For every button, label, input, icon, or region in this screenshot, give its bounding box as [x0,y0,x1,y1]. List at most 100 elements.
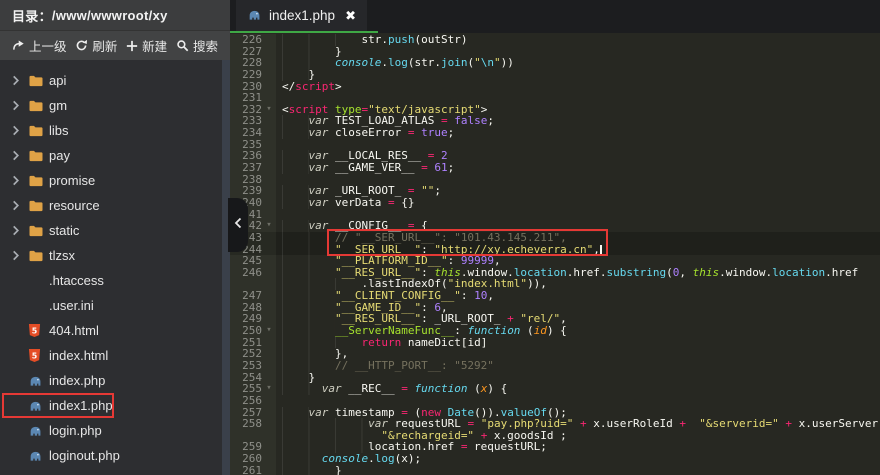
fold-arrow-icon[interactable]: ▾ [262,383,276,395]
php-icon [28,449,49,462]
tree-item-label: promise [49,173,96,188]
code-line-226[interactable]: 226 str.push(outStr) [230,34,880,46]
directory-path: /www/wwwroot/xy [51,7,168,23]
tree-item-label: index.php [49,373,106,388]
text-cursor [599,244,602,256]
code-line-250[interactable]: 250 ▾ __ServerNameFunc__: function (id) { [230,325,880,337]
sidebar: 目录： /www/wwwroot/xy 上一级 刷新 新建 搜索 api gm libs p… [0,0,230,475]
tab-index1-php[interactable]: index1.php ✖ [236,0,367,31]
folder-icon [28,174,49,187]
code-text: var closeError = true; [276,127,454,139]
line-number: 261 [242,463,262,475]
line-number: 247 [242,289,262,303]
chevron-right-icon[interactable] [12,175,28,186]
tree-item-label: tlzsx [49,248,75,263]
code-line-230[interactable]: 230 </script> [230,79,880,93]
tree-item-gm[interactable]: gm [0,93,222,118]
tree-item-loginout-php[interactable]: loginout.php [0,443,222,468]
code-text: var verData = {} [276,197,414,209]
tree-item-resource[interactable]: resource [0,193,222,218]
chevron-right-icon[interactable] [12,200,28,211]
tree-item-user-ini[interactable]: .user.ini [0,293,222,318]
toolbar-button-label: 刷新 [92,40,118,54]
tree-item-label: gm [49,98,68,113]
toolbar-button-label: 搜索 [192,40,218,54]
fold-arrow-icon[interactable]: ▾ [262,220,276,232]
indent-guides [282,383,322,395]
tree-item-label: static [49,223,80,238]
plus-icon [126,40,138,52]
indent-guides [282,325,335,337]
line-number: 256 [242,393,262,407]
code-line-240[interactable]: 240 var verData = {} [230,197,880,209]
chevron-right-icon[interactable] [12,75,28,86]
folder-icon [28,124,49,137]
tree-item-pay[interactable]: pay [0,143,222,168]
php-icon [28,424,49,437]
tree-item-label: .htaccess [49,273,104,288]
file-tree: api gm libs pay promise resource static tlzsx .h… [0,60,222,475]
up-arrow-icon [12,39,25,52]
line-number: 250 [242,324,262,338]
code-line-255[interactable]: 255 ▾ var __REC__ = function (x) { [230,383,880,395]
tree-item-static[interactable]: static [0,218,222,243]
tree-item-htaccess[interactable]: .htaccess [0,268,222,293]
fold-arrow-icon[interactable]: ▾ [262,104,276,116]
chevron-right-icon[interactable] [12,225,28,236]
chevron-right-icon[interactable] [12,100,28,111]
code-line-261[interactable]: 261 } [230,463,880,475]
fold-arrow-icon[interactable]: ▾ [262,325,276,337]
tree-item-promise[interactable]: promise [0,168,222,193]
php-icon [247,8,262,24]
line-number: 229 [242,67,262,81]
tree-item-404-html[interactable]: 5 404.html [0,318,222,343]
tree-item-tlzsx[interactable]: tlzsx [0,243,222,268]
folder-icon [28,99,49,112]
tab-close-icon[interactable]: ✖ [345,8,356,24]
up-button[interactable]: 上一级 [12,36,67,55]
code-line-253[interactable]: 253 // __HTTP_PORT__: "5292" [230,360,880,372]
code-text: </script> [282,79,342,93]
sidebar-scrollbar[interactable] [222,60,230,475]
new-button[interactable]: 新建 [126,36,167,55]
tree-item-index1-php[interactable]: index1.php [0,393,222,418]
code-area[interactable]: 226 str.push(outStr) 227 } 228 console.log… [230,33,880,475]
tree-item-login-php[interactable]: login.php [0,418,222,443]
tree-item-index-html[interactable]: 5 index.html [0,343,222,368]
code-text: } [276,464,342,475]
search-button[interactable]: 搜索 [176,36,218,55]
collapse-handle[interactable] [228,198,248,252]
tree-item-index-php[interactable]: index.php [0,368,222,393]
indent-guides [282,127,309,139]
tree-item-libs[interactable]: libs [0,118,222,143]
gutter: 229 [230,69,276,81]
code-line-234[interactable]: 234 var closeError = true; [230,127,880,139]
code-line-228[interactable]: 228 console.log(str.join("\n")) [230,57,880,69]
chevron-right-icon[interactable] [12,150,28,161]
code-line-260[interactable]: 260 console.log(x); [230,453,880,465]
refresh-icon [75,39,88,52]
code-text: str.push(outStr) [276,34,467,46]
code-line-247[interactable]: 247 "__CLIENT_CONFIG__": 10, [230,290,880,302]
chevron-right-icon[interactable] [12,125,28,136]
code-line-237[interactable]: 237 var __GAME_VER__ = 61; [230,162,880,174]
chevron-left-icon [234,216,242,234]
html5-icon: 5 [28,348,49,363]
tree-item-api[interactable]: api [0,68,222,93]
line-number: 226 [242,33,262,46]
gutter: 247 [230,290,276,302]
chevron-right-icon[interactable] [12,250,28,261]
folder-icon [28,149,49,162]
refresh-button[interactable]: 刷新 [75,36,117,55]
svg-text:5: 5 [32,326,37,335]
